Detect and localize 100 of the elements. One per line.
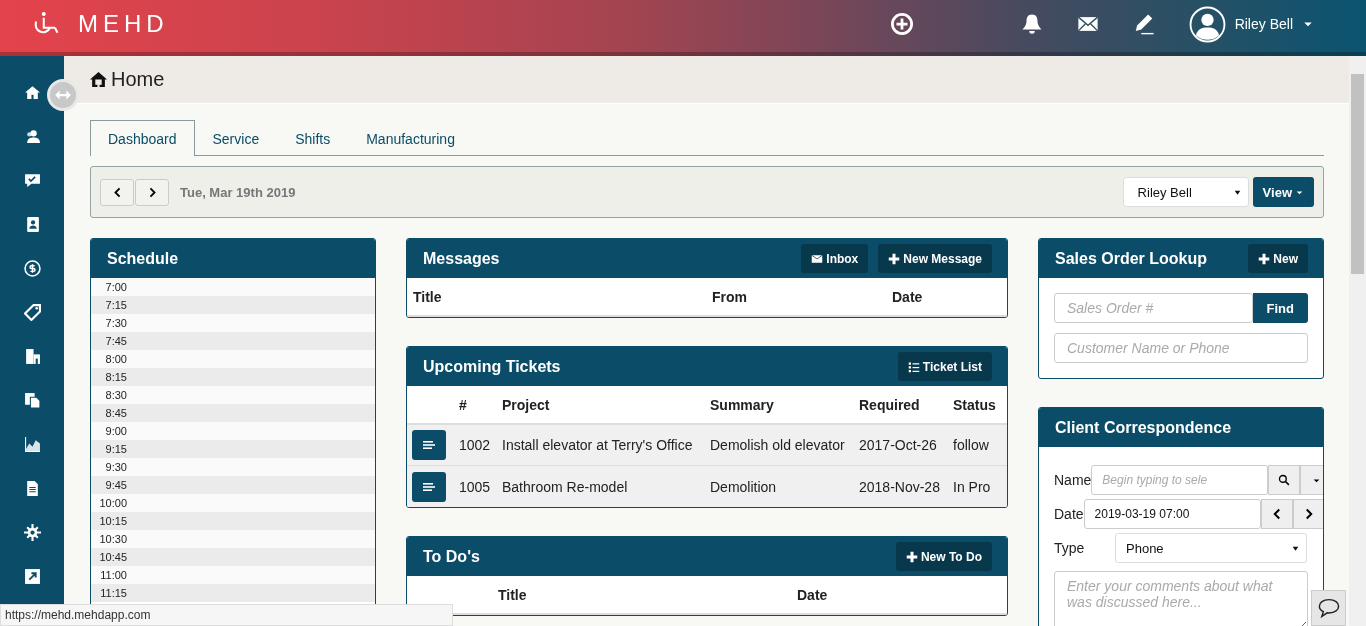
avatar-icon [1188,5,1226,43]
table-cell-text: Demolition [710,478,778,495]
new-order-button[interactable]: New [1248,244,1308,273]
panel-title: To Do's [423,547,480,566]
time-slot[interactable]: 9:45 [91,476,375,494]
time-slot[interactable]: 11:15 [91,584,375,602]
tab[interactable]: Shifts [277,120,349,156]
time-label: 8:45 [104,407,127,419]
time-label: 11:15 [99,587,127,599]
time-slot[interactable]: 11:00 [91,566,375,584]
time-slot[interactable]: 8:00 [91,350,375,368]
inbox-button[interactable]: Inbox [801,244,869,273]
column-header: Summary [710,396,775,413]
panel-title: Messages [423,249,500,268]
table-cell-text: 2018-Nov-28 [859,478,941,495]
time-label: 10:30 [98,533,127,545]
time-slot[interactable]: 10:30 [91,530,375,548]
plus-icon [888,252,901,265]
panel-title: Sales Order Lookup [1055,249,1208,268]
bell-icon [1020,13,1043,35]
table-cell-text: Install elevator at Terry's Office [502,437,694,453]
date-field[interactable]: 2019-03-19 07:00 [1083,499,1261,529]
status-url: https://mehd.mehdapp.com [0,604,453,626]
time-slot[interactable]: 8:15 [91,368,375,386]
field-label: Type [1054,540,1086,556]
page-title: Home [90,68,165,91]
time-label: 7:15 [104,299,127,311]
previous-button[interactable] [100,178,134,206]
table-cell-text: 1005 [459,478,492,495]
open-ticket-button[interactable] [412,430,446,460]
chat-button[interactable] [1311,590,1346,626]
time-slot[interactable]: 8:45 [91,404,375,422]
next-button[interactable] [1292,499,1323,529]
find-button[interactable]: Find [1252,293,1308,323]
time-slot[interactable]: 7:30 [91,314,375,332]
column-header: Required [859,396,921,413]
search-icon [1278,474,1291,486]
column-header: Project [502,396,551,413]
new-message-button[interactable]: New Message [878,244,992,273]
scrollbar-thumb[interactable] [1351,74,1364,274]
search-button[interactable] [1268,465,1301,495]
customer-search-field[interactable]: Customer Name or Phone [1054,333,1308,363]
column-header: From [712,288,748,305]
time-slot[interactable]: 8:30 [91,386,375,404]
previous-button[interactable] [1260,499,1293,529]
column-header: Title [413,288,443,305]
time-slot[interactable]: 7:45 [91,332,375,350]
open-ticket-button[interactable] [412,471,446,502]
type-select[interactable]: Phone [1115,533,1307,563]
table-cell-text: 2017-Oct-26 [859,437,938,453]
time-label: 10:00 [98,497,127,509]
time-label: 11:00 [99,569,127,581]
tab[interactable]: Dashboard [90,120,195,156]
name-field[interactable]: Begin typing to sele [1091,465,1269,495]
external-link-icon [23,567,41,585]
user-select[interactable]: Riley Bell [1122,177,1249,207]
building-icon [23,347,41,365]
time-label: 9:15 [104,443,127,455]
table-cell-text: Demolish old elevator [710,437,846,453]
new-todo-button[interactable]: New To Do [895,542,992,571]
ticket-list-button[interactable]: Ticket List [897,352,992,381]
tab[interactable]: Service [194,120,278,156]
time-slot[interactable]: 10:00 [91,494,375,512]
list-icon [907,360,920,373]
logo-text: MEHD [78,10,169,38]
home-icon [90,71,107,88]
time-label: 8:00 [104,353,127,365]
tag-icon [23,303,41,321]
column-header: # [459,396,468,413]
user-menu[interactable]: Riley Bell [1188,5,1314,43]
next-button[interactable] [135,178,169,206]
panel-title: Schedule [107,249,179,268]
time-slot[interactable]: 10:15 [91,512,375,530]
time-slot[interactable]: 10:45 [91,548,375,566]
chevron-left-icon [111,186,123,198]
order-number-field[interactable]: Sales Order # [1054,293,1253,323]
time-slot[interactable]: 7:15 [91,296,375,314]
panel-title: Upcoming Tickets [423,357,561,376]
table-cell-text: follow [953,437,990,453]
table-cell-text: In Pro [953,478,992,495]
tab[interactable]: Manufacturing [348,120,473,156]
field-label: Name [1054,472,1092,488]
view-button[interactable]: View [1252,177,1314,207]
comments-field[interactable]: Enter your comments about what was discussed here... [1054,571,1308,626]
time-label: 8:30 [104,389,127,401]
time-slot[interactable]: 9:30 [91,458,375,476]
dollar-icon [23,259,41,277]
documents-icon [23,391,41,409]
time-label: 9:45 [104,479,127,491]
panel-title: Client Correspondence [1055,418,1232,437]
column-header: Status [953,396,997,413]
current-date: Tue, Mar 19th 2019 [180,184,296,200]
area-chart-icon [23,435,41,453]
time-label: 7:45 [104,335,127,347]
time-slot[interactable]: 9:15 [91,440,375,458]
column-header: Date [797,586,829,603]
scrollbar[interactable] [1349,56,1366,626]
settings-icon [23,523,41,541]
time-slot[interactable]: 7:00 [91,278,375,296]
time-slot[interactable]: 9:00 [91,422,375,440]
